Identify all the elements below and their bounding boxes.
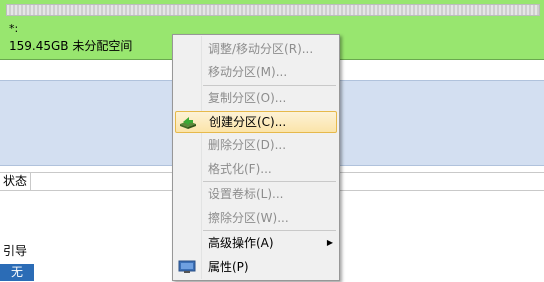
menu-item-properties[interactable]: 属性(P): [175, 256, 337, 278]
menu-item-wipe[interactable]: 擦除分区(W)...: [175, 207, 337, 229]
menu-item-label: 复制分区(O)...: [208, 91, 287, 105]
menu-separator: [203, 230, 336, 231]
menu-item-advanced[interactable]: 高级操作(A) ▶: [175, 232, 337, 254]
menu-item-set-label[interactable]: 设置卷标(L)...: [175, 183, 337, 205]
partition-context-menu: 调整/移动分区(R)... 移动分区(M)... 复制分区(O)... 创建分区…: [172, 34, 340, 281]
menu-item-label: 擦除分区(W)...: [208, 211, 289, 225]
menu-item-delete[interactable]: 删除分区(D)...: [175, 134, 337, 156]
menu-item-format[interactable]: 格式化(F)...: [175, 158, 337, 180]
properties-icon: [178, 260, 196, 273]
menu-item-label: 格式化(F)...: [208, 162, 272, 176]
menu-item-move[interactable]: 移动分区(M)...: [175, 61, 337, 83]
boot-value-cell[interactable]: 无: [0, 264, 34, 281]
menu-item-create[interactable]: 创建分区(C)...: [175, 111, 337, 133]
partition-name: *:: [9, 22, 19, 35]
menu-separator: [203, 85, 336, 86]
menu-item-label: 创建分区(C)...: [209, 115, 287, 129]
menu-item-label: 高级操作(A): [208, 236, 274, 250]
status-column-header[interactable]: 状态: [0, 173, 31, 190]
menu-item-label: 移动分区(M)...: [208, 65, 288, 79]
boot-label: 引导: [3, 244, 28, 258]
menu-item-label: 设置卷标(L)...: [208, 187, 284, 201]
menu-item-copy[interactable]: 复制分区(O)...: [175, 87, 337, 109]
create-partition-icon: [180, 117, 196, 129]
menu-separator: [203, 181, 336, 182]
menu-item-label: 调整/移动分区(R)...: [208, 42, 314, 56]
partition-size-info: 159.45GB 未分配空间: [9, 39, 133, 53]
submenu-arrow-icon: ▶: [326, 238, 333, 247]
partition-usage-bar: [6, 4, 540, 16]
menu-item-label: 删除分区(D)...: [208, 138, 287, 152]
menu-item-label: 属性(P): [208, 260, 249, 274]
menu-item-resize-move[interactable]: 调整/移动分区(R)...: [175, 38, 337, 60]
